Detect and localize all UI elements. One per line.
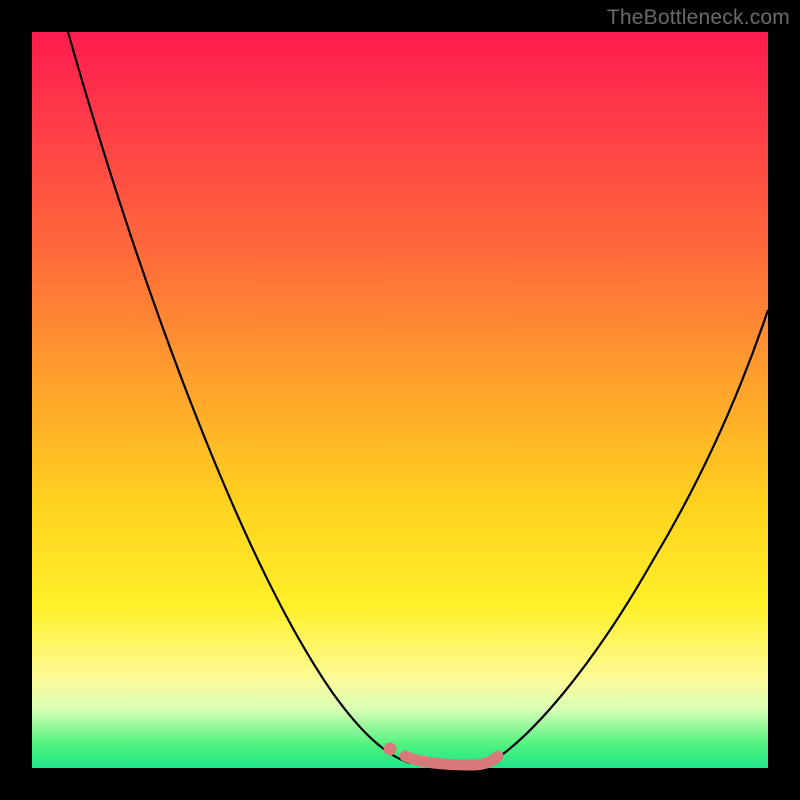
left-branch-curve xyxy=(68,32,410,763)
chart-frame: TheBottleneck.com xyxy=(0,0,800,800)
right-branch-curve xyxy=(490,310,768,763)
plot-area xyxy=(32,32,768,768)
bottom-highlight-curve xyxy=(405,756,498,765)
curve-layer xyxy=(32,32,768,768)
highlight-dot xyxy=(384,743,397,756)
watermark-text: TheBottleneck.com xyxy=(607,6,790,30)
